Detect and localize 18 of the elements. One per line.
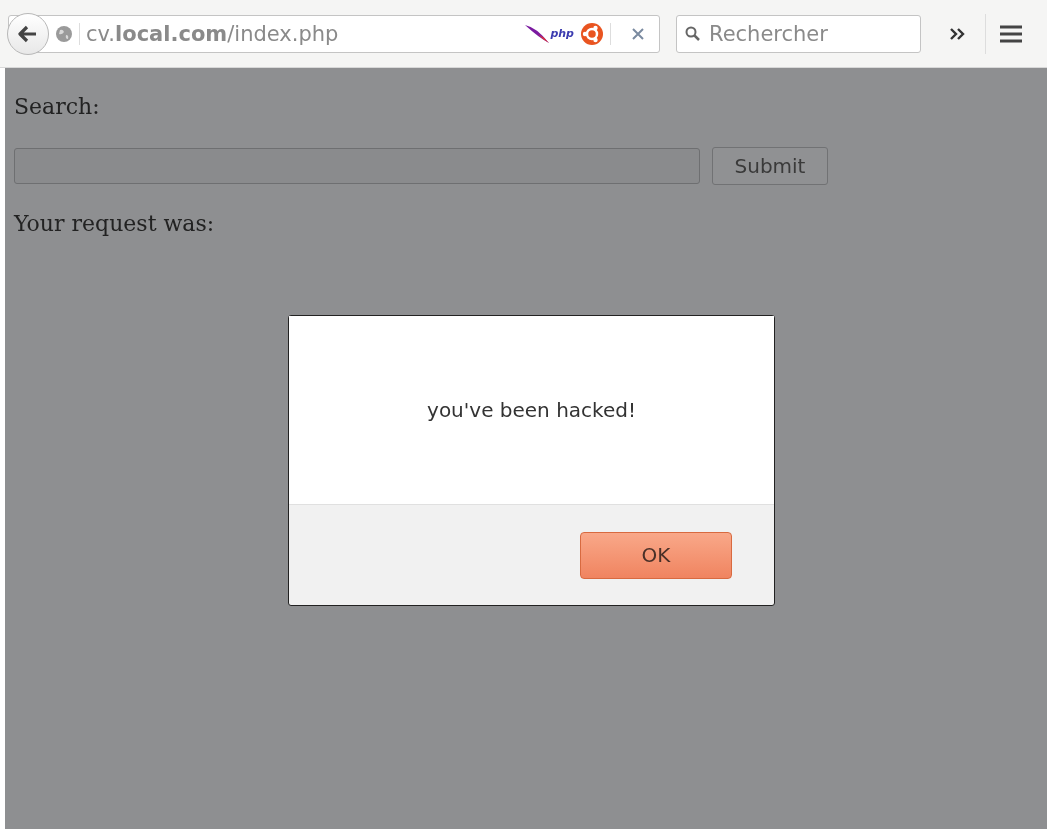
search-field[interactable]: Rechercher <box>676 14 921 53</box>
submit-button[interactable]: Submit <box>712 147 828 185</box>
ok-button[interactable]: OK <box>580 531 732 579</box>
back-arrow-icon <box>18 24 38 43</box>
address-bar[interactable]: cv.local.com/index.php php <box>8 14 660 53</box>
dialog-message: you've been hacked! <box>427 398 636 422</box>
search-label: Search: <box>14 94 101 119</box>
ubuntu-circle-icon <box>580 21 604 46</box>
globe-icon <box>55 24 73 43</box>
feather-icon <box>524 22 551 45</box>
request-label: Your request was: <box>14 211 216 236</box>
chevron-double-icon[interactable] <box>949 26 967 41</box>
url-text: cv.local.com/index.php <box>86 21 340 46</box>
back-button[interactable] <box>7 12 49 55</box>
php-logo: php <box>550 27 574 40</box>
close-icon[interactable] <box>631 26 645 41</box>
search-input[interactable] <box>14 148 700 184</box>
menu-icon[interactable] <box>1000 24 1022 43</box>
